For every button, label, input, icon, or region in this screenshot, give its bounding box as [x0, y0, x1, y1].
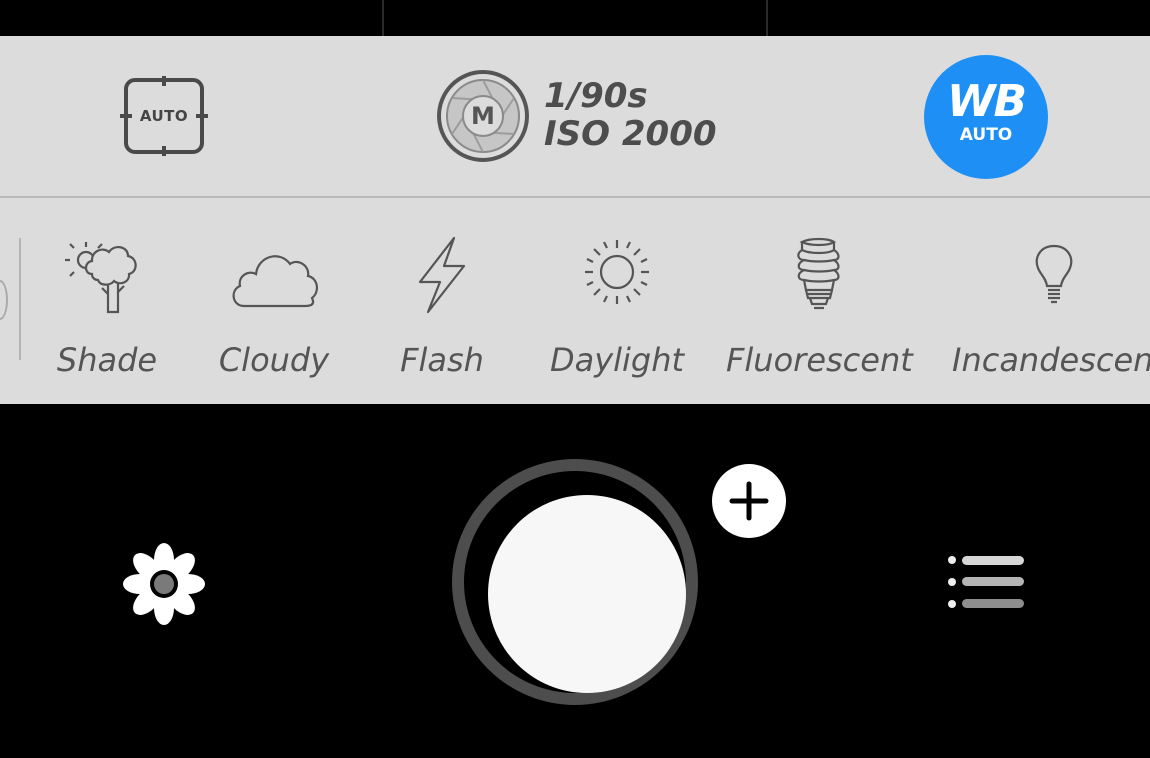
- exposure-mode-button[interactable]: M 1/90s ISO 2000: [436, 69, 736, 163]
- preset-label: Fluorescent: [726, 341, 913, 379]
- settings-menu-button[interactable]: [944, 552, 1028, 612]
- white-balance-title: WB: [946, 76, 1027, 127]
- white-balance-button[interactable]: WB AUTO: [924, 55, 1048, 179]
- preset-label: Flash: [400, 341, 484, 379]
- preset-shade[interactable]: Shade: [52, 234, 162, 384]
- capture-bar: [0, 404, 1150, 758]
- plus-icon: [729, 481, 769, 521]
- preset-fluorescent[interactable]: Fluorescent: [726, 234, 913, 384]
- preset-flash[interactable]: Flash: [394, 234, 490, 384]
- scroll-indicator: [19, 238, 21, 360]
- flash-icon: [418, 236, 466, 314]
- flower-icon: [123, 543, 205, 625]
- viewfinder-preview: [0, 0, 1150, 36]
- focus-mode-button[interactable]: AUTO: [118, 76, 210, 156]
- incandescent-bulb-icon: [1035, 244, 1073, 304]
- grid-line: [382, 0, 384, 36]
- cloud-icon: [232, 255, 318, 308]
- fluorescent-bulb-icon: [797, 237, 840, 310]
- add-button[interactable]: [712, 464, 786, 538]
- iso-value: ISO 2000: [544, 114, 717, 154]
- shutter-button[interactable]: [452, 459, 698, 705]
- settings-panel: AUTO M 1/90s ISO 2000 WB AUTO Shade Clou…: [0, 36, 1150, 404]
- shutter-inner: [488, 495, 686, 693]
- camera-screen: AUTO M 1/90s ISO 2000 WB AUTO Shade Clou…: [0, 0, 1150, 758]
- preset-daylight[interactable]: Daylight: [546, 234, 688, 384]
- list-menu-icon: [948, 556, 1024, 608]
- grid-line: [766, 0, 768, 36]
- exposure-values: 1/90s ISO 2000: [544, 77, 717, 153]
- preset-label: Daylight: [549, 341, 685, 379]
- preset-incandescent[interactable]: Incandescent: [952, 234, 1150, 384]
- white-balance-mode: AUTO: [959, 125, 1013, 145]
- preset-label: Cloudy: [218, 341, 330, 379]
- shutter-ring: [464, 471, 686, 693]
- white-balance-presets[interactable]: Shade Cloudy Flash Daylight Fluorescent …: [0, 198, 1150, 404]
- shutter-speed-value: 1/90s: [544, 76, 648, 116]
- aperture-icon: M: [436, 69, 530, 163]
- shade-tree-icon: [65, 242, 137, 314]
- preset-label: Shade: [56, 341, 158, 379]
- mode-toolbar: AUTO M 1/90s ISO 2000 WB AUTO: [0, 36, 1150, 196]
- sun-icon: [585, 240, 649, 304]
- preset-cloudy[interactable]: Cloudy: [216, 234, 332, 384]
- scroll-edge: [0, 280, 8, 320]
- exposure-mode-letter: M: [471, 102, 495, 130]
- focus-mode-label: AUTO: [139, 107, 189, 125]
- macro-mode-button[interactable]: [116, 536, 212, 632]
- preset-label: Incandescent: [952, 341, 1150, 379]
